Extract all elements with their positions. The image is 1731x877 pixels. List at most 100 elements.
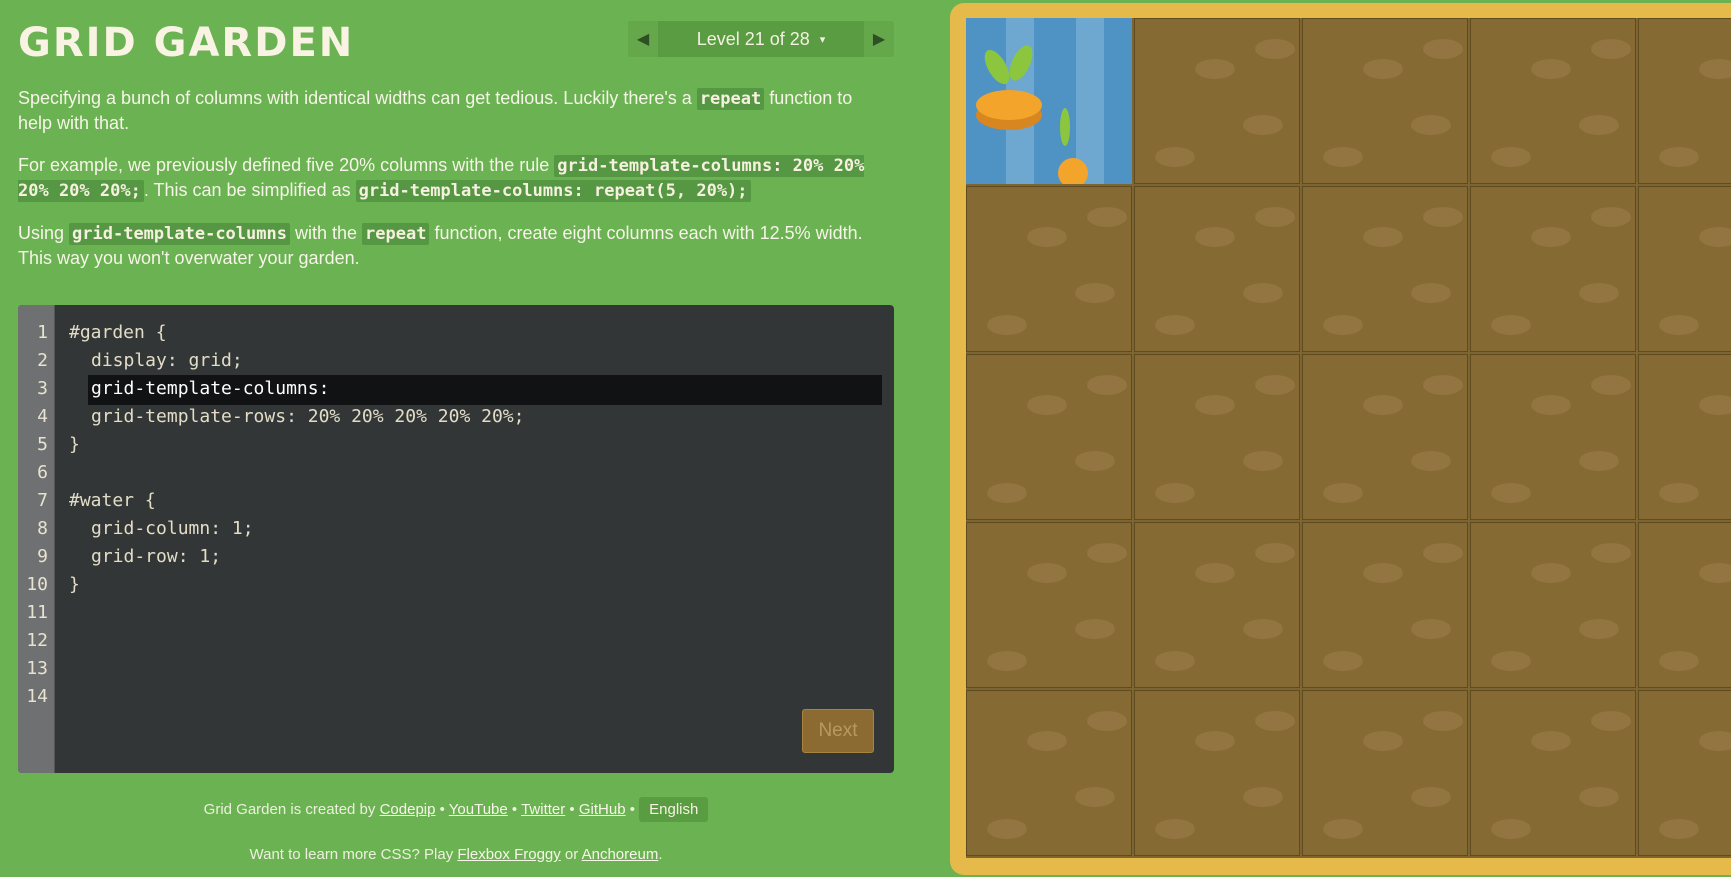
separator: • <box>625 801 640 818</box>
soil-texture <box>1155 483 1195 503</box>
soil-cell <box>1302 354 1468 520</box>
soil-texture <box>1255 39 1295 59</box>
soil-texture <box>1027 731 1067 751</box>
soil-cell <box>1470 690 1636 856</box>
language-selector[interactable]: English <box>639 797 709 822</box>
soil-texture <box>987 483 1027 503</box>
soil-texture <box>987 819 1027 839</box>
soil-texture <box>1579 451 1619 471</box>
soil-cell <box>1302 522 1468 688</box>
soil-texture <box>1491 651 1531 671</box>
flexbox-froggy-link[interactable]: Flexbox Froggy <box>457 846 560 863</box>
separator: • <box>435 801 449 818</box>
line-number: 9 <box>37 546 48 567</box>
soil-texture <box>1243 115 1283 135</box>
soil-texture <box>1491 819 1531 839</box>
code-line-2: 2 display: grid; <box>18 347 894 375</box>
or-text: or <box>560 846 582 863</box>
soil-texture <box>1699 563 1731 583</box>
separator: • <box>565 801 579 818</box>
line-number: 7 <box>37 490 48 511</box>
soil-texture <box>1579 283 1619 303</box>
soil-texture <box>1243 787 1283 807</box>
soil-texture <box>1491 315 1531 335</box>
soil-cell <box>1470 18 1636 184</box>
prev-level-button[interactable]: ◀ <box>628 21 658 57</box>
line-number: 11 <box>26 602 48 623</box>
code-line-11: 11 <box>18 599 894 627</box>
soil-texture <box>1659 483 1699 503</box>
code-text: #garden { <box>69 322 167 343</box>
soil-texture <box>1195 227 1235 247</box>
youtube-link[interactable]: YouTube <box>449 801 508 818</box>
soil-cell <box>966 690 1132 856</box>
soil-texture <box>1411 283 1451 303</box>
code-line-5: 5} <box>18 431 894 459</box>
soil-texture <box>1255 711 1295 731</box>
soil-texture <box>1659 315 1699 335</box>
soil-texture <box>1027 563 1067 583</box>
soil-texture <box>1323 819 1363 839</box>
soil-texture <box>1155 315 1195 335</box>
soil-cell <box>1302 186 1468 352</box>
code-line-10: 10} <box>18 571 894 599</box>
soil-texture <box>1423 711 1463 731</box>
next-level-button[interactable]: ▶ <box>864 21 894 57</box>
soil-texture <box>1087 207 1127 227</box>
code-snippet: grid-template-columns <box>69 223 290 245</box>
soil-texture <box>1323 483 1363 503</box>
soil-texture <box>1155 819 1195 839</box>
code-snippet: repeat <box>696 88 765 110</box>
line-number: 8 <box>37 518 48 539</box>
code-text: grid-column: 1; <box>91 518 254 539</box>
code-line-9: 9 grid-row: 1; <box>18 543 894 571</box>
code-line-12: 12 <box>18 627 894 655</box>
code-text: grid-row: 1; <box>91 546 222 567</box>
soil-texture <box>1659 147 1699 167</box>
code-text: } <box>69 574 80 595</box>
soil-texture <box>1087 711 1127 731</box>
soil-texture <box>1255 375 1295 395</box>
soil-texture <box>1075 619 1115 639</box>
soil-texture <box>1255 543 1295 563</box>
anchoreum-link[interactable]: Anchoreum <box>582 846 659 863</box>
soil-texture <box>1243 451 1283 471</box>
soil-cell <box>1638 522 1731 688</box>
soil-texture <box>1323 315 1363 335</box>
soil-texture <box>1155 651 1195 671</box>
level-navigator: ◀ Level 21 of 28 ▾ ▶ <box>628 21 894 57</box>
soil-cell <box>1134 690 1300 856</box>
soil-texture <box>1027 395 1067 415</box>
line-number: 2 <box>37 350 48 371</box>
soil-texture <box>1491 483 1531 503</box>
soil-texture <box>1323 651 1363 671</box>
code-input[interactable]: grid-template-columns: <box>91 375 329 403</box>
soil-texture <box>1423 39 1463 59</box>
twitter-link[interactable]: Twitter <box>521 801 565 818</box>
next-button[interactable]: Next <box>802 709 874 753</box>
instruction-text: For example, we previously defined five … <box>18 155 555 175</box>
codepip-link[interactable]: Codepip <box>380 801 436 818</box>
soil-texture <box>1659 651 1699 671</box>
soil-cell <box>1470 186 1636 352</box>
level-dropdown[interactable]: Level 21 of 28 ▾ <box>658 21 864 57</box>
line-number: 6 <box>37 462 48 483</box>
soil-texture <box>1195 563 1235 583</box>
water-cell <box>966 18 1132 184</box>
instruction-text: . This can be simplified as <box>143 180 356 200</box>
soil-texture <box>1579 115 1619 135</box>
soil-texture <box>1423 207 1463 227</box>
soil-texture <box>1699 59 1731 79</box>
code-editor: 1 #garden { 2 display: grid; 3 grid-templa… <box>18 305 894 773</box>
code-line-4: 4 grid-template-rows: 20% 20% 20% 20% 20%… <box>18 403 894 431</box>
line-number: 14 <box>26 686 48 707</box>
soil-texture <box>1699 227 1731 247</box>
soil-texture <box>1195 59 1235 79</box>
line-number: 3 <box>37 378 48 399</box>
soil-cell <box>966 354 1132 520</box>
soil-texture <box>1155 147 1195 167</box>
code-line-3: 3 grid-template-columns: <box>18 375 894 405</box>
github-link[interactable]: GitHub <box>579 801 626 818</box>
soil-texture <box>1075 451 1115 471</box>
soil-cell <box>1638 690 1731 856</box>
